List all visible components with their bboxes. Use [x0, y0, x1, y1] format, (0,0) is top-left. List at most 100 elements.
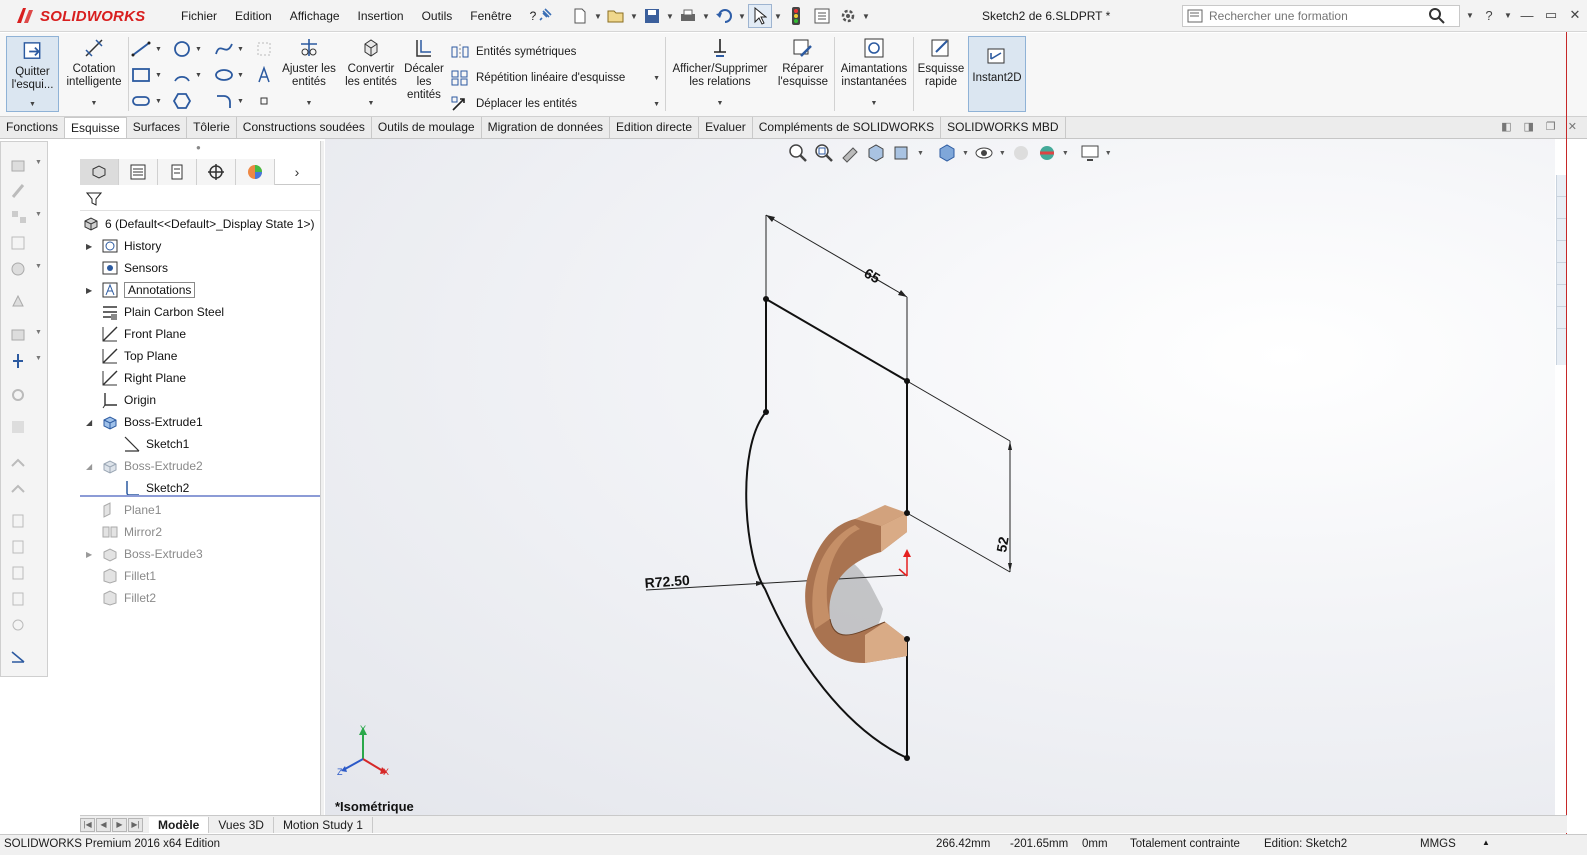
linear-pattern-button[interactable]: Répétition linéaire d'esquisse ▼: [450, 65, 660, 91]
chevron-up-icon[interactable]: ▲: [1482, 838, 1490, 847]
chevron-down-icon[interactable]: ▼: [774, 12, 782, 21]
left-tool-6[interactable]: [7, 290, 31, 312]
left-tool-14[interactable]: [7, 536, 31, 558]
tree-item-history[interactable]: ▶ History: [86, 235, 161, 257]
tile-right-icon[interactable]: ◨: [1524, 120, 1534, 133]
tab-vues-3d[interactable]: Vues 3D: [209, 816, 274, 833]
chevron-down-icon[interactable]: ▼: [237, 98, 244, 105]
slot-tool[interactable]: ▼: [130, 91, 164, 111]
file-properties-button[interactable]: [810, 4, 834, 28]
chevron-down-icon[interactable]: ▼: [29, 98, 36, 111]
tree-item-right-plane[interactable]: Right Plane: [86, 367, 186, 389]
last-tab-icon[interactable]: ▶|: [128, 817, 143, 832]
chevron-down-icon[interactable]: ▼: [871, 97, 878, 110]
new-document-button[interactable]: [568, 4, 592, 28]
tree-item-top-plane[interactable]: Top Plane: [86, 345, 177, 367]
menu-insertion[interactable]: Insertion: [349, 9, 413, 23]
tree-item-fillet2[interactable]: Fillet2: [86, 587, 156, 609]
polygon-tool[interactable]: [172, 91, 206, 111]
help-icon[interactable]: ?: [1480, 4, 1498, 26]
expand-arrow-icon[interactable]: ▶: [86, 242, 96, 251]
tab-esquisse[interactable]: Esquisse: [65, 117, 127, 138]
smart-dimension-button[interactable]: Cotation intelligente ▼: [62, 36, 126, 110]
repair-sketch-button[interactable]: Réparer l'esquisse: [775, 36, 831, 89]
tile-left-icon[interactable]: ◧: [1501, 120, 1511, 133]
offset-entities-button[interactable]: Décaler les entités: [402, 36, 446, 102]
tab-outils-moulage[interactable]: Outils de moulage: [372, 117, 482, 138]
minimize-icon[interactable]: —: [1518, 4, 1536, 26]
tab-modele[interactable]: Modèle: [149, 816, 210, 833]
spline-tool[interactable]: ▼: [214, 39, 248, 59]
left-tool-3[interactable]: [7, 206, 31, 228]
tree-item-annotations[interactable]: ▶ Annotations: [86, 279, 196, 301]
solidworks-logo[interactable]: SOLIDWORKS: [14, 5, 145, 27]
chevron-down-icon[interactable]: ▼: [155, 46, 162, 53]
tree-item-fillet1[interactable]: Fillet1: [86, 565, 156, 587]
tab-propertymanager[interactable]: [119, 159, 158, 185]
left-tool-17[interactable]: [7, 614, 31, 636]
next-tab-icon[interactable]: ▶: [112, 817, 127, 832]
panel-splitter[interactable]: [320, 141, 324, 815]
sketch-point[interactable]: [904, 378, 910, 384]
radius-dimension-text[interactable]: R72.50: [644, 572, 690, 591]
chevron-down-icon[interactable]: ▼: [594, 12, 602, 21]
chevron-down-icon[interactable]: ▼: [237, 46, 244, 53]
tab-surfaces[interactable]: Surfaces: [127, 117, 188, 138]
save-button[interactable]: [640, 4, 664, 28]
left-tool-5[interactable]: [7, 258, 31, 280]
rectangle-tool[interactable]: ▼: [130, 65, 164, 85]
tree-item-boss-extrude2[interactable]: ◢ Boss-Extrude2: [86, 455, 203, 477]
chevron-down-icon[interactable]: ▼: [702, 12, 710, 21]
splitter-handle-icon[interactable]: ●: [196, 143, 201, 152]
left-tool-4[interactable]: [7, 232, 31, 254]
tab-configurationmanager[interactable]: [158, 159, 197, 185]
collapse-arrow-icon[interactable]: ◢: [86, 418, 96, 427]
chevron-right-icon[interactable]: ›: [275, 159, 319, 184]
prev-tab-icon[interactable]: ◀: [96, 817, 111, 832]
expand-arrow-icon[interactable]: ▶: [86, 550, 96, 559]
chevron-down-icon[interactable]: ▼: [35, 329, 42, 336]
chevron-down-icon[interactable]: ▼: [653, 101, 660, 108]
chevron-down-icon[interactable]: ▼: [630, 12, 638, 21]
dimension-65-text[interactable]: 65: [862, 265, 884, 287]
dimension-65-line[interactable]: [765, 214, 908, 298]
rapid-sketch-button[interactable]: Esquisse rapide: [916, 36, 966, 89]
tab-tolerie[interactable]: Tôlerie: [187, 117, 237, 138]
tree-root-part[interactable]: 6 (Default<<Default>_Display State 1>): [82, 213, 314, 235]
maximize-icon[interactable]: ▭: [1542, 4, 1560, 26]
tree-item-boss-extrude1[interactable]: ◢ Boss-Extrude1: [86, 411, 203, 433]
tree-item-boss-extrude3[interactable]: ▶ Boss-Extrude3: [86, 543, 203, 565]
select-button[interactable]: [748, 4, 772, 28]
ellipse-tool[interactable]: ▼: [214, 65, 248, 85]
left-tool-9[interactable]: [7, 384, 31, 406]
menu-edition[interactable]: Edition: [226, 9, 281, 23]
tab-complements[interactable]: Compléments de SOLIDWORKS: [753, 117, 942, 138]
search-input[interactable]: [1209, 9, 1429, 23]
tree-item-sketch1[interactable]: Sketch1: [108, 433, 189, 455]
undo-button[interactable]: [712, 4, 736, 28]
quick-snaps-button[interactable]: Aimantations instantanées ▼: [838, 36, 910, 110]
collapse-arrow-icon[interactable]: ◢: [86, 462, 96, 471]
close-doc-icon[interactable]: ✕: [1568, 120, 1577, 133]
tree-item-mirror2[interactable]: Mirror2: [86, 521, 162, 543]
display-relations-button[interactable]: Afficher/Supprimer les relations ▼: [670, 36, 770, 110]
chevron-down-icon[interactable]: ▼: [195, 72, 202, 79]
chevron-down-icon[interactable]: ▼: [368, 97, 375, 110]
chevron-down-icon[interactable]: ▼: [653, 75, 660, 82]
left-tool-8[interactable]: [7, 350, 31, 372]
left-tool-11[interactable]: [7, 452, 31, 474]
chevron-down-icon[interactable]: ▼: [155, 72, 162, 79]
model-viewport[interactable]: 65 52 R72.50 Y X Z: [325, 139, 1555, 815]
tree-item-plane1[interactable]: Plane1: [86, 499, 161, 521]
tab-constructions-soudees[interactable]: Constructions soudées: [237, 117, 372, 138]
circle-tool[interactable]: ▼: [172, 39, 206, 59]
open-button[interactable]: [604, 4, 628, 28]
convert-entities-button[interactable]: Convertir les entités ▼: [342, 36, 400, 110]
status-units[interactable]: MMGS: [1420, 838, 1456, 850]
left-tool-10[interactable]: [7, 416, 31, 438]
tree-filter[interactable]: [80, 187, 322, 211]
tree-item-origin[interactable]: Origin: [86, 389, 156, 411]
menu-fenetre[interactable]: Fenêtre: [461, 9, 520, 23]
chevron-down-icon[interactable]: ▼: [666, 12, 674, 21]
exit-sketch-button[interactable]: Quitter l'esqui... ▼: [6, 36, 59, 112]
